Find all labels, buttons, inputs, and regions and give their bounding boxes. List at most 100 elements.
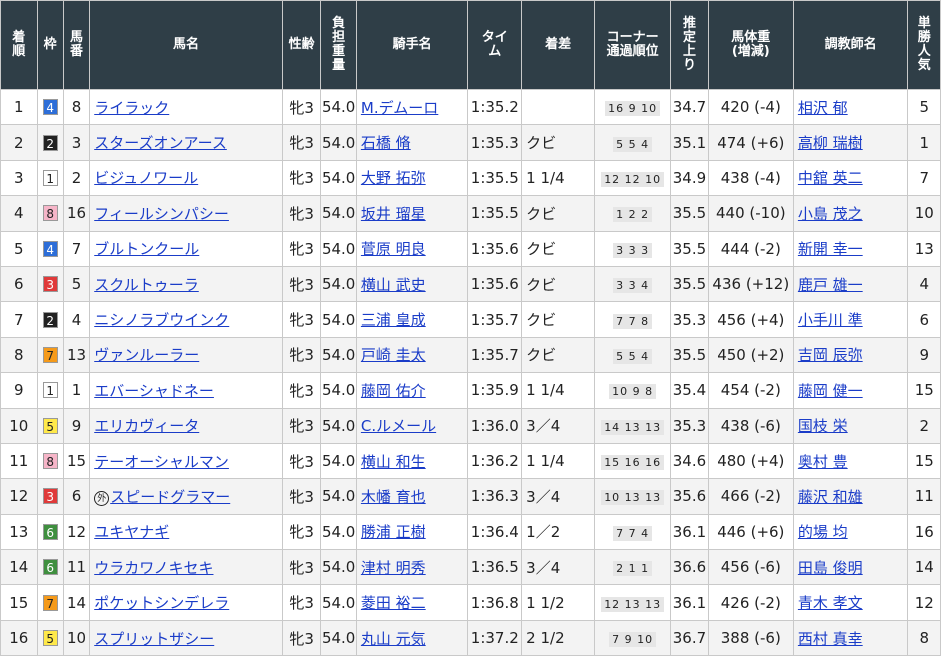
waku-badge: 2	[42, 311, 58, 328]
jockey-link[interactable]: 丸山 元気	[361, 630, 426, 648]
horse-link[interactable]: スターズオンアース	[94, 134, 227, 152]
jockey-link[interactable]: 菱田 裕二	[361, 594, 426, 612]
trainer-link[interactable]: 相沢 郁	[798, 99, 848, 117]
jockey-link[interactable]: 横山 和生	[361, 453, 426, 471]
horse-cell: ブルトンクール	[89, 230, 283, 267]
body-cell: 420 (-4)	[707, 88, 794, 126]
pop-cell: 11	[907, 478, 941, 515]
trainer-link[interactable]: 小手川 準	[798, 311, 863, 329]
header-sexage: 性齢	[281, 0, 322, 90]
jockey-link[interactable]: 菅原 明良	[361, 240, 426, 258]
rank-cell: 4	[0, 195, 38, 232]
trainer-link[interactable]: 藤岡 健一	[798, 382, 863, 400]
horse-link[interactable]: エバーシャドネー	[94, 382, 214, 400]
horse-link[interactable]: ヴァンルーラー	[94, 346, 199, 364]
jockey-link[interactable]: M.デムーロ	[361, 99, 438, 117]
trainer-link[interactable]: 新開 幸一	[798, 240, 863, 258]
jockey-link[interactable]: 大野 拓弥	[361, 169, 426, 187]
horse-cell: ニシノラブウインク	[89, 301, 283, 338]
jockey-link[interactable]: 横山 武史	[361, 276, 426, 294]
umaban-cell: 2	[62, 159, 91, 197]
trainer-cell: 中舘 英二	[792, 159, 909, 197]
jockey-link[interactable]: 石橋 脩	[361, 134, 411, 152]
header-margin: 着差	[521, 0, 596, 90]
trainer-link[interactable]: 藤沢 和雄	[798, 488, 863, 506]
trainer-link[interactable]: 田島 俊明	[798, 559, 863, 577]
umaban-cell: 1	[62, 372, 91, 409]
horse-link[interactable]: スプリットザシー	[94, 630, 214, 648]
corner-positions: 1 2 2	[613, 207, 653, 223]
weight-cell: 54.0	[320, 124, 357, 161]
horse-link[interactable]: ニシノラブウインク	[94, 311, 229, 329]
corner-cell: 5 5 4	[594, 336, 672, 374]
last-cell: 34.7	[670, 88, 709, 126]
jockey-link[interactable]: 坂井 瑠星	[361, 205, 426, 223]
horse-link[interactable]: スクルトゥーラ	[94, 276, 199, 294]
margin-cell: 1／2	[521, 513, 596, 551]
sexage-cell: 牝3	[281, 584, 322, 621]
time-cell: 1:35.6	[467, 230, 523, 267]
corner-positions: 7 7 8	[613, 313, 653, 329]
pop-cell: 7	[907, 159, 941, 197]
trainer-link[interactable]: 中舘 英二	[798, 169, 863, 187]
trainer-link[interactable]: 青木 孝文	[798, 594, 863, 612]
weight-cell: 54.0	[320, 478, 357, 515]
table-row: 14 6 11 ウラカワノキセキ 牝3 54.0 津村 明秀 1:36.5 3／4 2 1 1 36…	[0, 549, 941, 586]
waku-cell: 4	[36, 88, 64, 126]
jockey-cell: 石橋 脩	[355, 124, 469, 161]
horse-link[interactable]: ビジュノワール	[94, 169, 198, 187]
corner-positions: 7 7 4	[613, 525, 653, 541]
jockey-cell: C.ルメール	[355, 407, 469, 444]
jockey-link[interactable]: 木幡 育也	[361, 488, 426, 506]
trainer-cell: 青木 孝文	[792, 584, 909, 621]
body-cell: 456 (-6)	[707, 549, 794, 586]
last-cell: 35.5	[670, 230, 709, 267]
waku-cell: 8	[36, 442, 64, 480]
time-cell: 1:35.6	[467, 265, 523, 303]
umaban-cell: 3	[62, 124, 91, 161]
trainer-link[interactable]: 小島 茂之	[798, 205, 863, 223]
horse-link[interactable]: ウラカワノキセキ	[94, 559, 213, 577]
trainer-cell: 藤沢 和雄	[792, 478, 909, 515]
horse-link[interactable]: ポケットシンデレラ	[94, 594, 229, 612]
waku-badge: 4	[42, 240, 58, 257]
pop-cell: 15	[907, 372, 941, 409]
header-umaban: 馬番	[62, 0, 91, 90]
horse-cell: ユキヤナギ	[89, 513, 283, 551]
horse-link[interactable]: ブルトンクール	[94, 240, 199, 258]
corner-cell: 7 7 8	[594, 301, 672, 338]
horse-link[interactable]: スピードグラマー	[110, 488, 230, 506]
trainer-link[interactable]: 西村 真幸	[798, 630, 863, 648]
jockey-link[interactable]: 勝浦 正樹	[361, 523, 426, 541]
jockey-link[interactable]: C.ルメール	[361, 417, 436, 435]
horse-link[interactable]: フィールシンパシー	[94, 205, 229, 223]
jockey-link[interactable]: 藤岡 佑介	[361, 382, 426, 400]
table-row: 2 2 3 スターズオンアース 牝3 54.0 石橋 脩 1:35.3 クビ 5 5 4 35.1 4…	[0, 124, 941, 161]
trainer-link[interactable]: 高柳 瑞樹	[798, 134, 863, 152]
pop-cell: 16	[907, 513, 941, 551]
jockey-cell: 横山 武史	[355, 265, 469, 303]
trainer-link[interactable]: 吉岡 辰弥	[798, 346, 863, 364]
trainer-link[interactable]: 奥村 豊	[798, 453, 848, 471]
last-cell: 34.9	[670, 159, 709, 197]
corner-positions: 12 13 13	[601, 596, 665, 612]
horse-link[interactable]: エリカヴィータ	[94, 417, 199, 435]
rank-cell: 16	[0, 619, 38, 657]
margin-cell: クビ	[521, 124, 596, 161]
jockey-link[interactable]: 三浦 皇成	[361, 311, 426, 329]
trainer-link[interactable]: 国枝 栄	[798, 417, 848, 435]
horse-link[interactable]: ユキヤナギ	[94, 523, 169, 541]
trainer-cell: 田島 俊明	[792, 549, 909, 586]
umaban-cell: 11	[62, 549, 91, 586]
trainer-link[interactable]: 的場 均	[798, 523, 848, 541]
jockey-link[interactable]: 津村 明秀	[361, 559, 426, 577]
last-cell: 35.3	[670, 301, 709, 338]
trainer-link[interactable]: 鹿戸 雄一	[798, 276, 863, 294]
horse-link[interactable]: ライラック	[94, 99, 169, 117]
horse-link[interactable]: テーオーシャルマン	[94, 453, 229, 471]
time-cell: 1:36.3	[467, 478, 523, 515]
table-row: 3 1 2 ビジュノワール 牝3 54.0 大野 拓弥 1:35.5 1 1/4 12 12 10…	[0, 159, 941, 197]
horse-cell: ウラカワノキセキ	[89, 549, 283, 586]
waku-cell: 2	[36, 301, 64, 338]
jockey-link[interactable]: 戸崎 圭太	[361, 346, 426, 364]
